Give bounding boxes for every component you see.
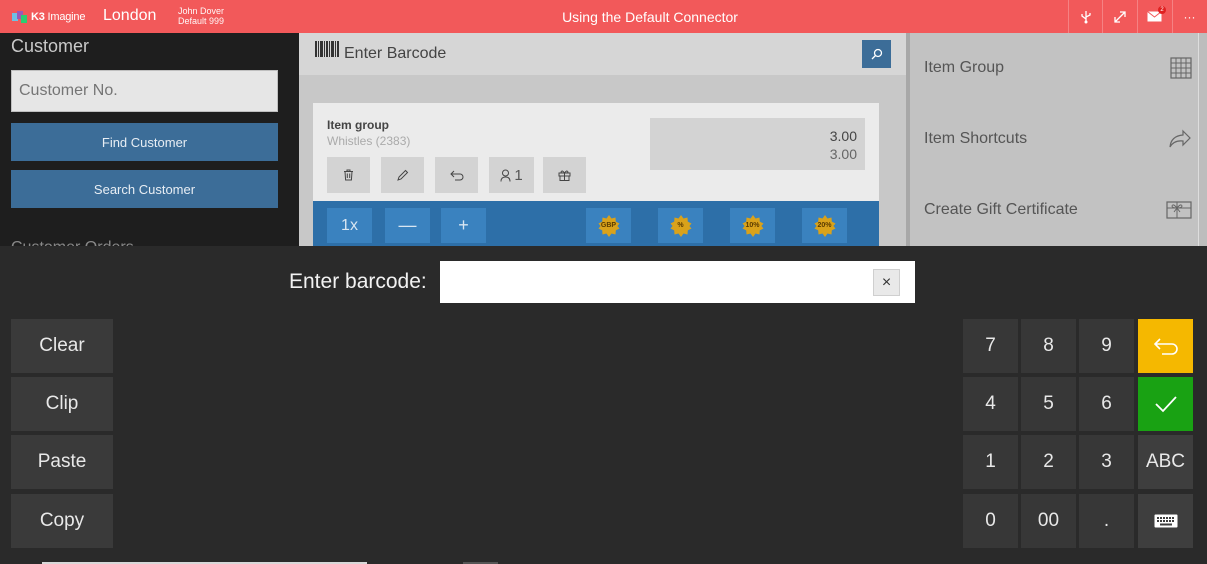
salesperson-count: 1 <box>514 166 523 184</box>
search-customer-button[interactable]: Search Customer <box>11 170 278 208</box>
discount-badge-icon: 10% <box>741 214 765 238</box>
return-icon <box>449 170 463 180</box>
grid-icon <box>1170 57 1192 79</box>
key-5[interactable]: 5 <box>1021 377 1076 431</box>
key-8[interactable]: 8 <box>1021 319 1076 373</box>
key-0[interactable]: 0 <box>963 494 1018 548</box>
clear-button[interactable]: Clear <box>11 319 113 373</box>
customer-panel: Customer Find Customer Search Customer C… <box>0 33 299 246</box>
menu-item-label: Item Shortcuts <box>924 130 1028 147</box>
discount-percent-button[interactable]: % <box>658 208 703 243</box>
key-3[interactable]: 3 <box>1079 435 1134 489</box>
discount-badge-icon: GBP <box>597 214 621 238</box>
share-arrow-icon <box>1169 129 1191 148</box>
menu-scrollbar[interactable] <box>1198 33 1207 246</box>
gift-icon <box>558 170 571 181</box>
barcode-entry-overlay: Enter barcode: × Clear Clip Paste Copy 7… <box>0 246 1207 564</box>
key-6[interactable]: 6 <box>1079 377 1134 431</box>
barcode-icon <box>315 41 339 57</box>
keyboard-icon <box>1154 514 1177 528</box>
discount-badge-icon: % <box>669 214 693 238</box>
quantity-multiplier-button[interactable]: 1x <box>327 208 372 243</box>
key-7[interactable]: 7 <box>963 319 1018 373</box>
more-icon: ··· <box>1183 9 1196 24</box>
gift-card-icon <box>1166 201 1192 219</box>
find-customer-button[interactable]: Find Customer <box>11 123 278 161</box>
usb-button[interactable] <box>1068 0 1102 33</box>
customer-orders-heading: Customer Orders <box>11 239 134 246</box>
clear-input-button[interactable]: × <box>873 269 900 296</box>
expand-icon <box>1113 10 1126 23</box>
menu-item-gift-certificate[interactable]: Create Gift Certificate <box>924 190 1192 230</box>
close-icon: × <box>881 273 892 291</box>
backspace-key[interactable] <box>1138 319 1193 373</box>
discount-10-percent-button[interactable]: 10% <box>730 208 775 243</box>
trash-icon <box>344 169 353 181</box>
more-menu-button[interactable]: ··· <box>1172 0 1206 33</box>
expand-button[interactable] <box>1102 0 1136 33</box>
customer-number-input[interactable] <box>11 70 278 112</box>
barcode-bar: Enter Barcode <box>299 33 906 75</box>
key-4[interactable]: 4 <box>963 377 1018 431</box>
sale-panel: Enter Barcode Item group Whistles (2383)… <box>299 33 906 246</box>
mail-count-badge: 2 <box>1158 6 1166 14</box>
delete-line-button[interactable] <box>327 157 370 193</box>
search-icon <box>871 48 882 60</box>
price-value: 3.00 <box>829 146 857 162</box>
decrease-quantity-button[interactable]: — <box>385 208 430 243</box>
pencil-icon <box>397 169 409 181</box>
clip-button[interactable]: Clip <box>11 377 113 431</box>
customer-title: Customer <box>11 36 90 56</box>
barcode-prompt: Enter barcode: <box>289 270 427 293</box>
barcode-input[interactable] <box>440 261 915 303</box>
barcode-field-label[interactable]: Enter Barcode <box>344 45 446 63</box>
discount-badge-icon: 20% <box>813 214 837 238</box>
item-group-label: Item group <box>327 118 389 132</box>
key-2[interactable]: 2 <box>1021 435 1076 489</box>
function-menu-panel: Item Group Item Shortcuts Create Gift Ce… <box>906 33 1207 246</box>
line-item-card[interactable]: Item group Whistles (2383) 3.00 3.00 1 <box>313 103 879 203</box>
increase-quantity-button[interactable]: + <box>441 208 486 243</box>
connector-title: Using the Default Connector <box>562 9 738 25</box>
key-00[interactable]: 00 <box>1021 494 1076 548</box>
checkmark-icon <box>1154 396 1177 413</box>
menu-item-label: Create Gift Certificate <box>924 201 1078 218</box>
usb-icon <box>1080 10 1091 23</box>
menu-item-shortcuts[interactable]: Item Shortcuts <box>924 119 1192 159</box>
quantity-value: 3.00 <box>829 128 857 144</box>
menu-item-label: Item Group <box>924 59 1005 76</box>
keyboard-key[interactable] <box>1138 494 1193 548</box>
menu-item-group[interactable]: Item Group <box>924 48 1192 88</box>
quantity-discount-strip: 1x — + GBP % 10% 20% <box>313 201 879 246</box>
discount-gbp-button[interactable]: GBP <box>586 208 631 243</box>
key-9[interactable]: 9 <box>1079 319 1134 373</box>
item-group-name: Whistles (2383) <box>327 134 411 148</box>
discount-20-percent-button[interactable]: 20% <box>802 208 847 243</box>
paste-button[interactable]: Paste <box>11 435 113 489</box>
person-icon <box>500 169 511 182</box>
messages-button[interactable]: 2 <box>1137 0 1171 33</box>
return-line-button[interactable] <box>435 157 478 193</box>
copy-button[interactable]: Copy <box>11 494 113 548</box>
panel-divider <box>906 33 910 246</box>
edit-line-button[interactable] <box>381 157 424 193</box>
top-bar: K3 Imagine London John Dover Default 999… <box>0 0 1207 33</box>
key-1[interactable]: 1 <box>963 435 1018 489</box>
confirm-key[interactable] <box>1138 377 1193 431</box>
alphabet-key[interactable]: ABC <box>1138 435 1193 489</box>
key-decimal[interactable]: . <box>1079 494 1134 548</box>
quantity-box[interactable]: 3.00 3.00 <box>650 118 865 170</box>
barcode-search-button[interactable] <box>862 40 891 68</box>
gift-button[interactable] <box>543 157 586 193</box>
salesperson-button[interactable]: 1 <box>489 157 534 193</box>
return-arrow-icon <box>1153 338 1178 355</box>
